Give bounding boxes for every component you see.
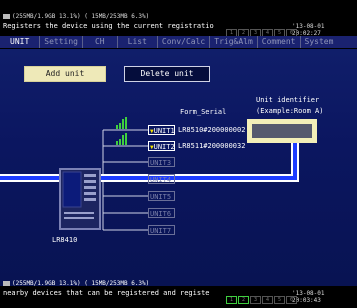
unit-1-serial: LR8510#200000002 <box>178 126 246 134</box>
unit-2-slot[interactable]: ▼UNIT2 <box>148 141 175 151</box>
bottom-status-message: nearby devices that can be registered an… <box>3 289 210 297</box>
bottom-status-date: '13-08-01 20:03:43 <box>292 290 325 304</box>
storage-icon <box>3 281 10 286</box>
device-label: LR8410 <box>52 236 78 244</box>
signal-icon <box>116 117 127 145</box>
bottom-storage-status: (255MB/1.9GB 13.1%) ( 15MB/253MB 6.3%) <box>3 280 149 288</box>
unit-5-slot[interactable]: UNIT5 <box>148 191 175 201</box>
unit-1-slot[interactable]: ▼UNIT1 <box>148 125 175 135</box>
unit-6-slot[interactable]: UNIT6 <box>148 208 175 218</box>
unit-4-slot[interactable]: UNIT4 <box>148 174 175 184</box>
unit-2-serial: LR8511#200000032 <box>178 142 246 150</box>
unit-3-slot[interactable]: UNIT3 <box>148 157 175 167</box>
unit-identifier-input[interactable] <box>252 124 312 138</box>
unit-7-slot[interactable]: UNIT7 <box>148 225 175 235</box>
